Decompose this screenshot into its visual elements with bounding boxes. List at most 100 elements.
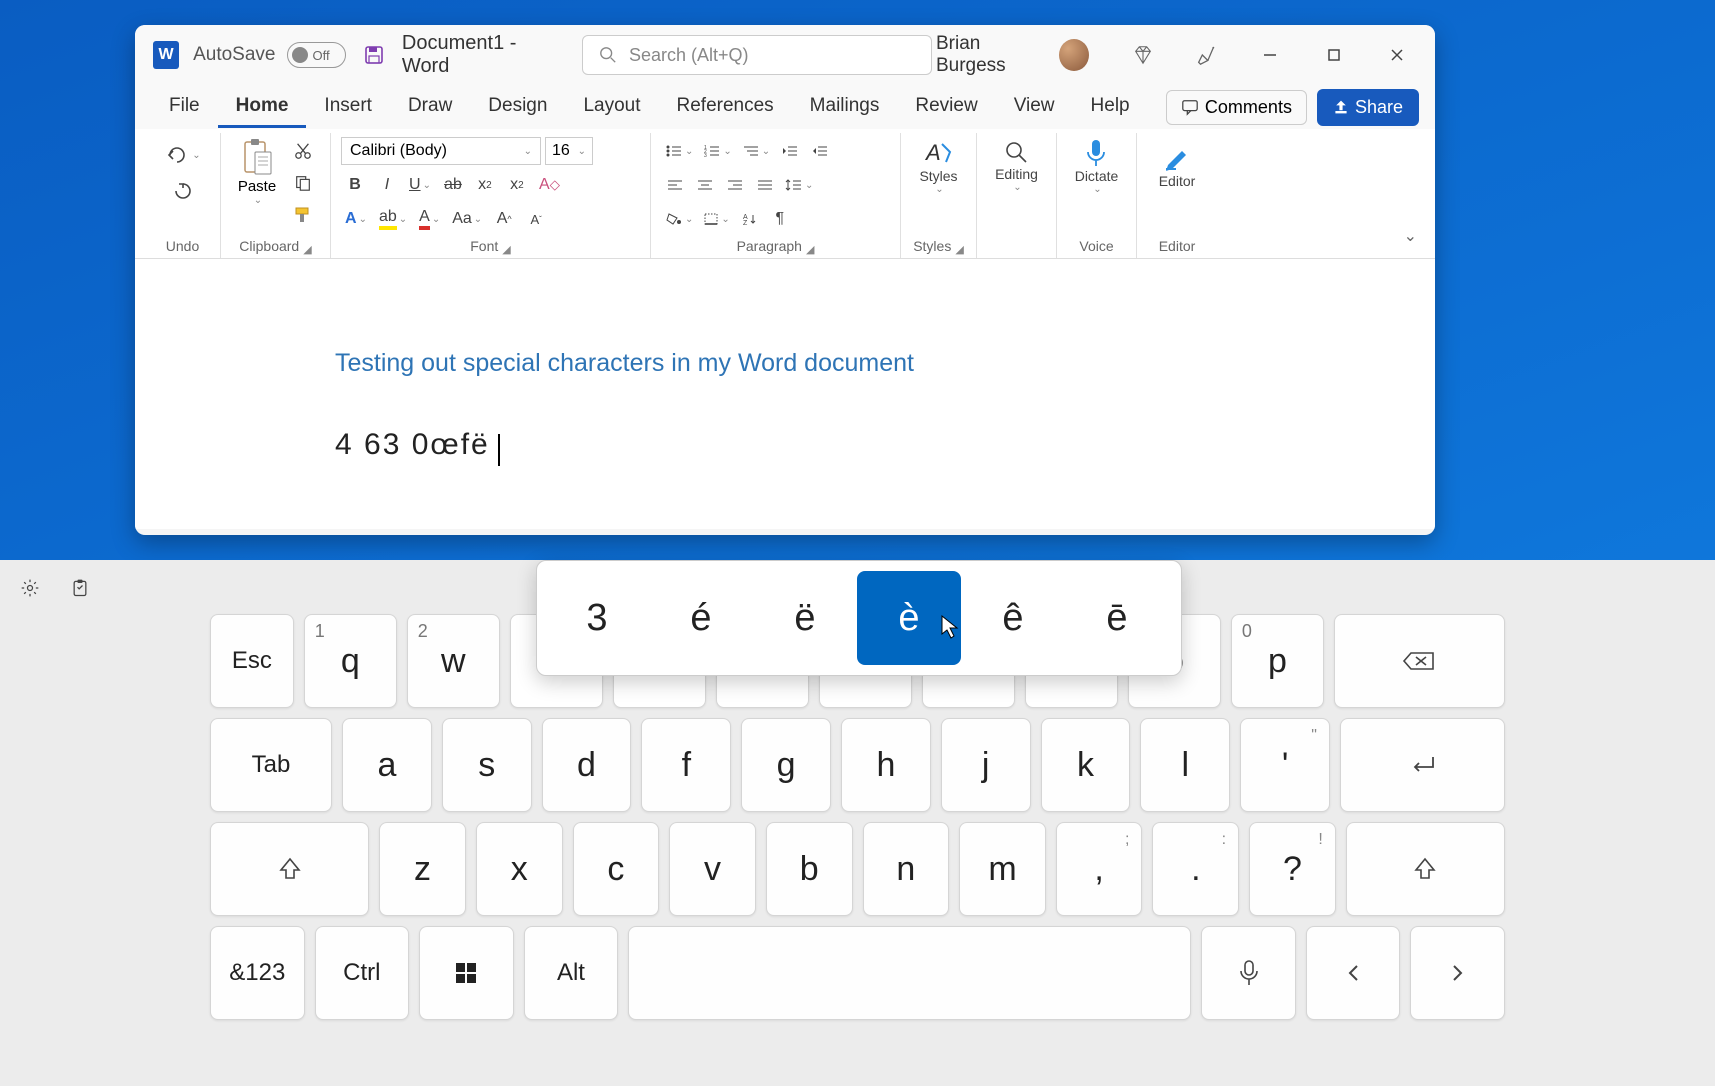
borders-button[interactable]: ⌄ bbox=[699, 205, 733, 233]
justify-button[interactable] bbox=[751, 171, 779, 199]
key-,[interactable]: ,; bbox=[1056, 822, 1143, 916]
format-painter-button[interactable] bbox=[289, 201, 317, 229]
accent-option-ē[interactable]: ē bbox=[1065, 571, 1169, 665]
strikethrough-button[interactable]: ab bbox=[439, 171, 467, 199]
shading-button[interactable]: ⌄ bbox=[661, 205, 697, 233]
menu-insert[interactable]: Insert bbox=[306, 87, 390, 128]
key-w[interactable]: 2w bbox=[407, 614, 500, 708]
menu-home[interactable]: Home bbox=[218, 87, 307, 128]
menu-file[interactable]: File bbox=[151, 87, 218, 128]
decrease-indent-button[interactable] bbox=[776, 137, 804, 165]
key-Ctrl[interactable]: Ctrl bbox=[315, 926, 410, 1020]
key-d[interactable]: d bbox=[542, 718, 632, 812]
key-↵[interactable] bbox=[1340, 718, 1505, 812]
key-.[interactable]: .: bbox=[1152, 822, 1239, 916]
clipboard-launcher-icon[interactable]: ◢ bbox=[303, 243, 311, 256]
show-marks-button[interactable]: ¶ bbox=[766, 205, 794, 233]
styles-launcher-icon[interactable]: ◢ bbox=[955, 243, 963, 256]
maximize-button[interactable] bbox=[1304, 30, 1364, 80]
accent-option-é[interactable]: é bbox=[649, 571, 753, 665]
editing-button[interactable]: Editing⌄ bbox=[991, 137, 1042, 195]
search-input[interactable]: Search (Alt+Q) bbox=[582, 35, 932, 75]
menu-design[interactable]: Design bbox=[470, 87, 565, 128]
paragraph-launcher-icon[interactable]: ◢ bbox=[806, 243, 814, 256]
key-⇧[interactable] bbox=[210, 822, 369, 916]
key-f[interactable]: f bbox=[641, 718, 731, 812]
minimize-button[interactable] bbox=[1240, 30, 1300, 80]
align-right-button[interactable] bbox=[721, 171, 749, 199]
key-k[interactable]: k bbox=[1041, 718, 1131, 812]
cut-button[interactable] bbox=[289, 137, 317, 165]
key-z[interactable]: z bbox=[379, 822, 466, 916]
key-q[interactable]: 1q bbox=[304, 614, 397, 708]
ribbon-collapse-button[interactable]: ⌄ bbox=[1404, 226, 1417, 246]
italic-button[interactable]: I bbox=[373, 171, 401, 199]
key-v[interactable]: v bbox=[669, 822, 756, 916]
menu-draw[interactable]: Draw bbox=[390, 87, 470, 128]
font-size-select[interactable]: 16⌄ bbox=[545, 137, 593, 165]
menu-layout[interactable]: Layout bbox=[565, 87, 658, 128]
key-c[interactable]: c bbox=[573, 822, 660, 916]
key-Tab[interactable]: Tab bbox=[210, 718, 332, 812]
key-b[interactable]: b bbox=[766, 822, 853, 916]
accent-option-ë[interactable]: ë bbox=[753, 571, 857, 665]
subscript-button[interactable]: x2 bbox=[471, 171, 499, 199]
change-case-button[interactable]: Aa⌄ bbox=[448, 205, 486, 233]
underline-button[interactable]: U⌄ bbox=[405, 171, 435, 199]
close-button[interactable] bbox=[1367, 30, 1427, 80]
key-🎤[interactable] bbox=[1201, 926, 1296, 1020]
clear-format-button[interactable]: A◇ bbox=[535, 171, 564, 199]
key-Esc[interactable]: Esc bbox=[210, 614, 294, 708]
bold-button[interactable]: B bbox=[341, 171, 369, 199]
accent-option-è[interactable]: è bbox=[857, 571, 961, 665]
key-Alt[interactable]: Alt bbox=[524, 926, 619, 1020]
text-effects-button[interactable]: A⌄ bbox=[341, 205, 371, 233]
styles-button[interactable]: A Styles⌄ bbox=[915, 137, 961, 195]
user-avatar[interactable] bbox=[1059, 39, 1089, 71]
menu-mailings[interactable]: Mailings bbox=[792, 87, 898, 128]
font-name-select[interactable]: Calibri (Body)⌄ bbox=[341, 137, 541, 165]
key-⇧[interactable] bbox=[1346, 822, 1505, 916]
key-n[interactable]: n bbox=[863, 822, 950, 916]
brush-icon[interactable] bbox=[1177, 30, 1237, 80]
key-'[interactable]: '" bbox=[1240, 718, 1330, 812]
menu-view[interactable]: View bbox=[996, 87, 1073, 128]
font-color-button[interactable]: A⌄ bbox=[415, 205, 444, 233]
key-a[interactable]: a bbox=[342, 718, 432, 812]
copy-button[interactable] bbox=[289, 169, 317, 197]
repeat-button[interactable] bbox=[169, 177, 197, 205]
share-button[interactable]: Share bbox=[1317, 89, 1419, 126]
editor-button[interactable]: Editor bbox=[1155, 137, 1200, 195]
key->[interactable] bbox=[1410, 926, 1505, 1020]
comments-button[interactable]: Comments bbox=[1166, 90, 1307, 125]
menu-references[interactable]: References bbox=[659, 87, 792, 128]
key-l[interactable]: l bbox=[1140, 718, 1230, 812]
grow-font-button[interactable]: A^ bbox=[490, 205, 518, 233]
multilevel-button[interactable]: ⌄ bbox=[738, 137, 774, 165]
align-center-button[interactable] bbox=[691, 171, 719, 199]
key-⊞[interactable] bbox=[419, 926, 514, 1020]
align-left-button[interactable] bbox=[661, 171, 689, 199]
sort-button[interactable]: AZ bbox=[736, 205, 764, 233]
key-blank[interactable] bbox=[628, 926, 1191, 1020]
dictate-button[interactable]: Dictate⌄ bbox=[1071, 137, 1123, 195]
increase-indent-button[interactable] bbox=[806, 137, 834, 165]
shrink-font-button[interactable]: Aˇ bbox=[522, 205, 550, 233]
key-g[interactable]: g bbox=[741, 718, 831, 812]
keyboard-settings-icon[interactable] bbox=[20, 578, 40, 598]
key-⌫[interactable] bbox=[1334, 614, 1505, 708]
key-m[interactable]: m bbox=[959, 822, 1046, 916]
line-spacing-button[interactable]: ⌄ bbox=[781, 171, 817, 199]
key-h[interactable]: h bbox=[841, 718, 931, 812]
key-&123[interactable]: &123 bbox=[210, 926, 305, 1020]
autosave-toggle[interactable]: Off bbox=[287, 42, 345, 68]
key-?[interactable]: ?! bbox=[1249, 822, 1336, 916]
key-x[interactable]: x bbox=[476, 822, 563, 916]
highlight-button[interactable]: ab⌄ bbox=[375, 205, 411, 233]
key-j[interactable]: j bbox=[941, 718, 1031, 812]
key-s[interactable]: s bbox=[442, 718, 532, 812]
superscript-button[interactable]: x2 bbox=[503, 171, 531, 199]
font-launcher-icon[interactable]: ◢ bbox=[502, 243, 510, 256]
key-<[interactable] bbox=[1306, 926, 1401, 1020]
save-icon[interactable] bbox=[364, 45, 384, 65]
